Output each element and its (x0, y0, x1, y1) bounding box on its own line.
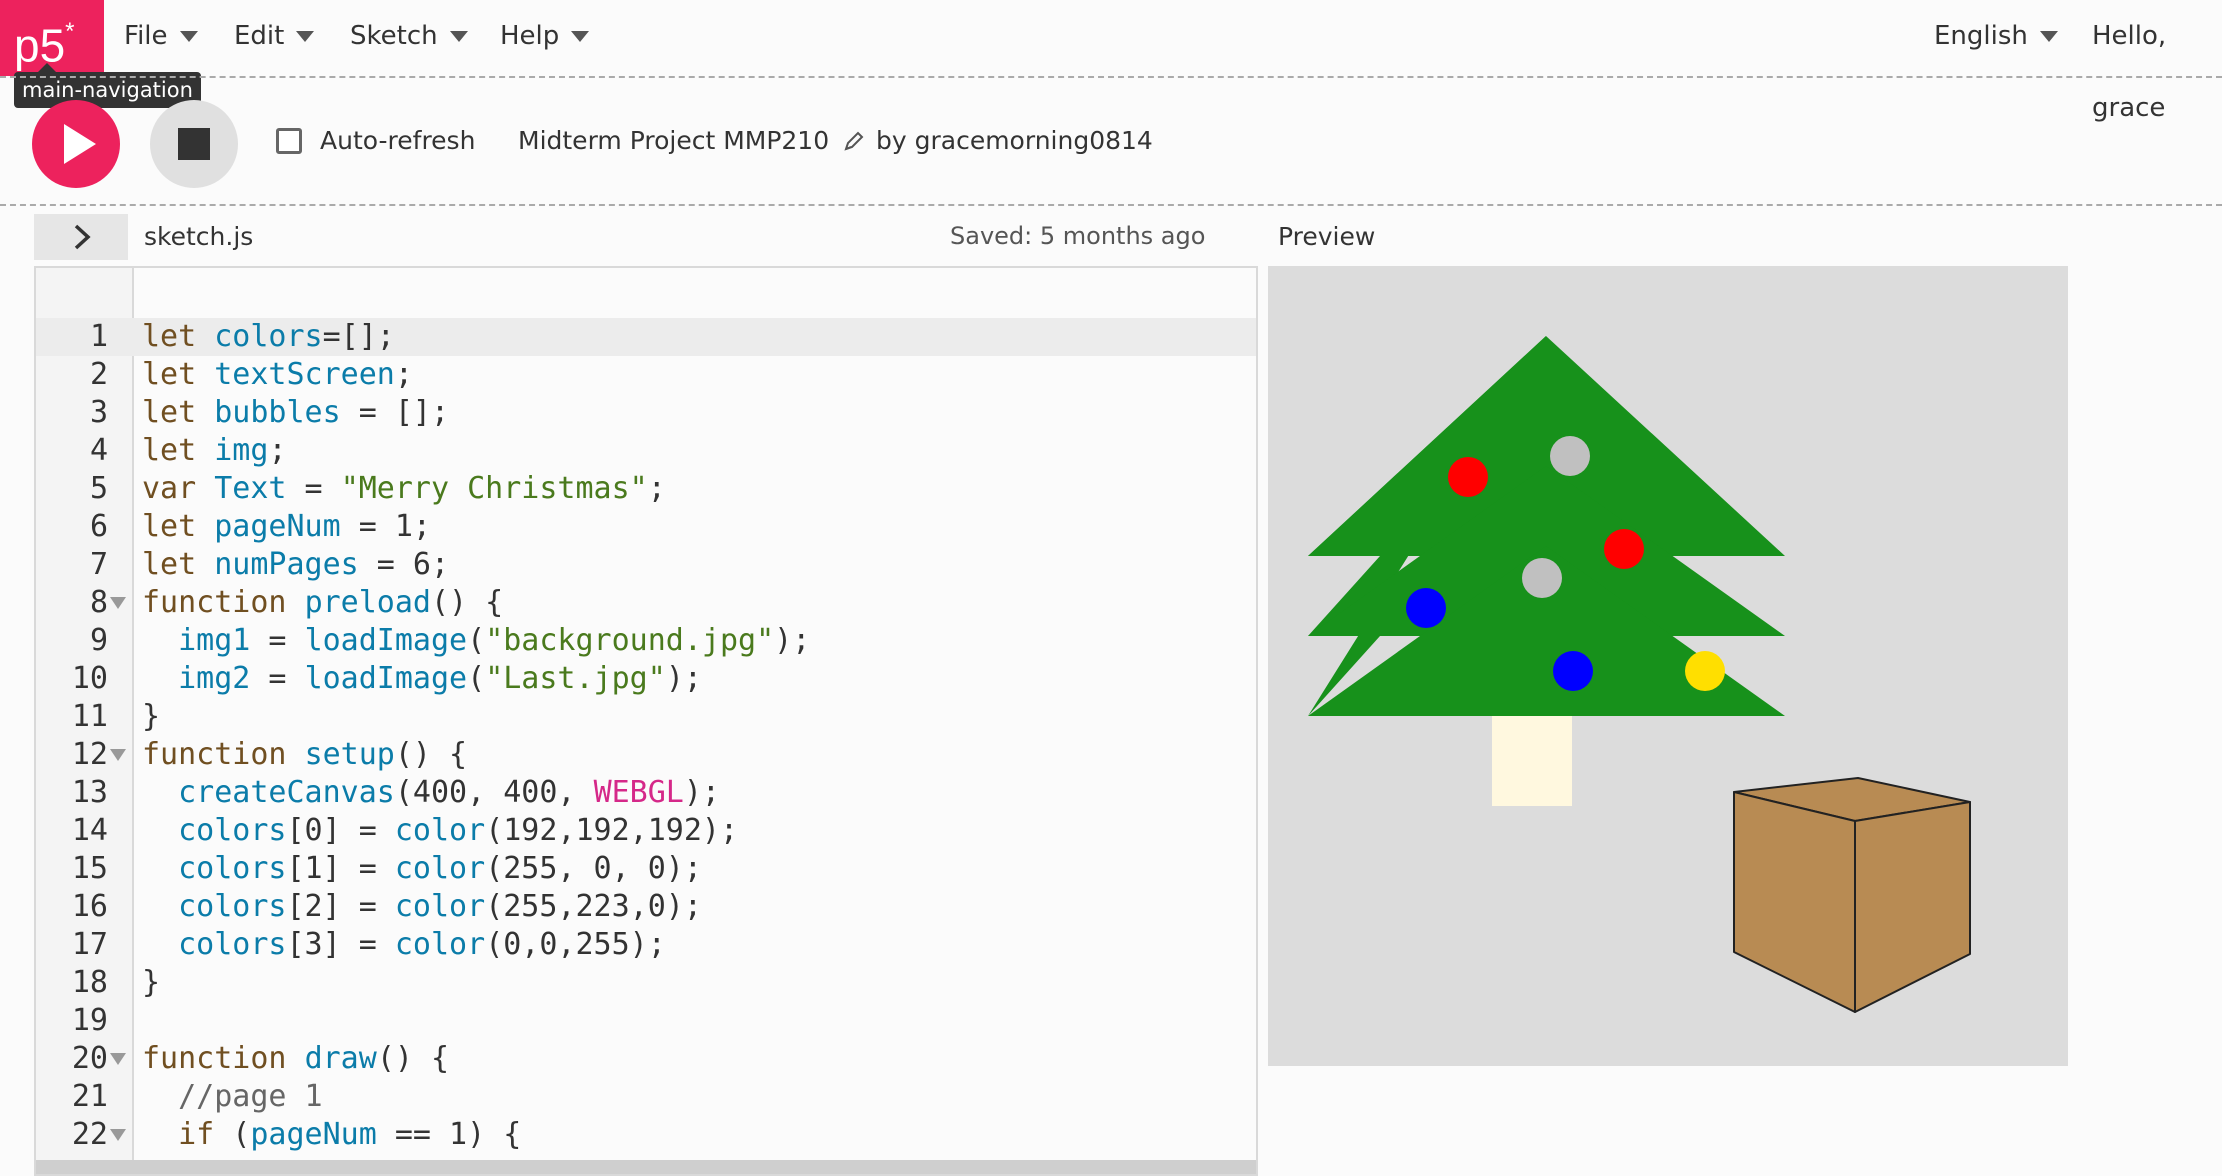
ornament (1550, 436, 1590, 476)
saved-status: Saved: 5 months ago (950, 222, 1206, 250)
code-line[interactable]: 16 colors[2] = color(255,223,0); (36, 888, 1256, 926)
ornament (1406, 588, 1446, 628)
language-dropdown[interactable]: English (1934, 0, 2058, 76)
fold-arrow-icon[interactable] (110, 749, 126, 761)
file-tab[interactable]: sketch.js (144, 222, 253, 251)
code-line[interactable]: 14 colors[0] = color(192,192,192); (36, 812, 1256, 850)
preview-label: Preview (1278, 222, 1376, 251)
code-line[interactable]: 11} (36, 698, 1256, 736)
auto-refresh-label: Auto-refresh (320, 126, 476, 155)
ornament (1448, 457, 1488, 497)
horizontal-scrollbar[interactable] (36, 1160, 1256, 1174)
preview-canvas[interactable] (1268, 266, 2068, 1066)
chevron-down-icon (571, 31, 590, 42)
play-button[interactable] (32, 100, 120, 188)
fold-arrow-icon[interactable] (110, 1129, 126, 1141)
fold-arrow-icon[interactable] (110, 1053, 126, 1065)
code-line[interactable]: 5 var Text = "Merry Christmas"; (36, 470, 1256, 508)
code-line[interactable]: 20 function draw() { (36, 1040, 1256, 1078)
code-line[interactable]: 18} (36, 964, 1256, 1002)
code-line[interactable]: 3 let bubbles = []; (36, 394, 1256, 432)
stop-button[interactable] (150, 100, 238, 188)
chevron-down-icon (449, 31, 468, 42)
auto-refresh-checkbox[interactable] (276, 128, 302, 154)
ornament (1685, 651, 1725, 691)
preview-drawing (1308, 336, 1971, 1013)
code-line[interactable]: 1 let colors=[]; (36, 318, 1256, 356)
code-line[interactable]: 2 let textScreen; (36, 356, 1256, 394)
fold-arrow-icon[interactable] (110, 597, 126, 609)
pencil-icon[interactable] (843, 130, 865, 152)
code-line[interactable]: 8 function preload() { (36, 584, 1256, 622)
code-line[interactable]: 7 let numPages = 6; (36, 546, 1256, 584)
menu-sketch[interactable]: Sketch (350, 0, 468, 76)
ornament (1604, 529, 1644, 569)
code-line[interactable]: 15 colors[1] = color(255, 0, 0); (36, 850, 1256, 888)
code-editor[interactable]: 1 let colors=[]; 2 let textScreen; 3 let bu… (34, 266, 1258, 1176)
divider (0, 76, 2222, 78)
code-line[interactable]: 17 colors[3] = color(0,0,255); (36, 926, 1256, 964)
sidebar-toggle-button[interactable] (34, 214, 128, 260)
code-line[interactable]: 10 img2 = loadImage("Last.jpg"); (36, 660, 1256, 698)
code-line[interactable]: 4 let img; (36, 432, 1256, 470)
code-line[interactable]: 21 //page 1 (36, 1078, 1256, 1116)
code-line[interactable]: 22 if (pageNum == 1) { (36, 1116, 1256, 1154)
code-line[interactable]: 19 (36, 1002, 1256, 1040)
menu-edit[interactable]: Edit (234, 0, 315, 76)
main-navigation: p5* File Edit Sketch Help English Hello,… (0, 0, 2222, 123)
gift-box (1733, 777, 1971, 1013)
chevron-down-icon (179, 31, 198, 42)
menu-help[interactable]: Help (500, 0, 590, 76)
code-line[interactable]: 6 let pageNum = 1; (36, 508, 1256, 546)
ornament (1553, 651, 1593, 691)
code-content[interactable]: 1 let colors=[]; 2 let textScreen; 3 let bu… (36, 318, 1256, 1154)
user-greeting[interactable]: Hello, grace (2092, 0, 2222, 123)
chevron-right-icon (74, 224, 91, 250)
menu-file[interactable]: File (124, 0, 198, 76)
chevron-down-icon (2039, 31, 2058, 42)
code-line[interactable]: 9 img1 = loadImage("background.jpg"); (36, 622, 1256, 660)
tree-trunk (1492, 716, 1572, 806)
divider (0, 204, 2222, 206)
chevron-down-icon (296, 31, 315, 42)
ornament (1522, 558, 1562, 598)
code-line[interactable]: 12 function setup() { (36, 736, 1256, 774)
project-author: by gracemorning0814 (876, 126, 1153, 155)
project-name[interactable]: Midterm Project MMP210 (518, 124, 865, 158)
code-line[interactable]: 13 createCanvas(400, 400, WEBGL); (36, 774, 1256, 812)
